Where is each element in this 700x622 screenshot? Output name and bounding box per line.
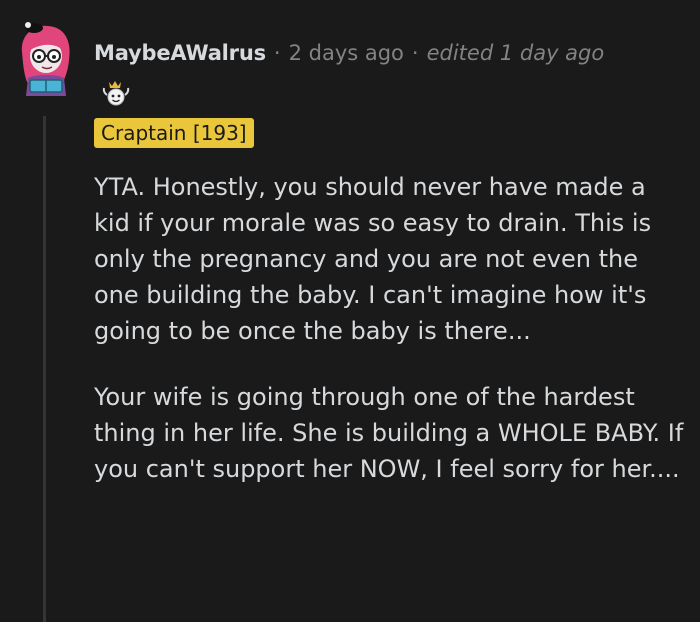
edited-label: edited 1 day ago: [426, 41, 605, 65]
wholesome-award-icon[interactable]: [99, 79, 135, 107]
user-avatar[interactable]: [14, 22, 76, 96]
thread-line[interactable]: [43, 116, 46, 622]
timestamp-link[interactable]: 2 days ago: [289, 38, 404, 68]
comment-paragraph: Your wife is going through one of the ha…: [94, 383, 684, 483]
comment-meta: MaybeAWalrus · 2 days ago · edited 1 day…: [94, 38, 604, 68]
comment: MaybeAWalrus · 2 days ago · edited 1 day…: [0, 0, 700, 622]
separator-dot: ·: [411, 41, 419, 65]
comment-body: YTA. Honestly, you should never have mad…: [94, 169, 684, 517]
user-flair[interactable]: Craptain [193]: [94, 118, 254, 148]
username-link[interactable]: MaybeAWalrus: [94, 38, 266, 68]
separator-dot: ·: [273, 41, 281, 65]
comment-paragraph: YTA. Honestly, you should never have mad…: [94, 173, 652, 345]
